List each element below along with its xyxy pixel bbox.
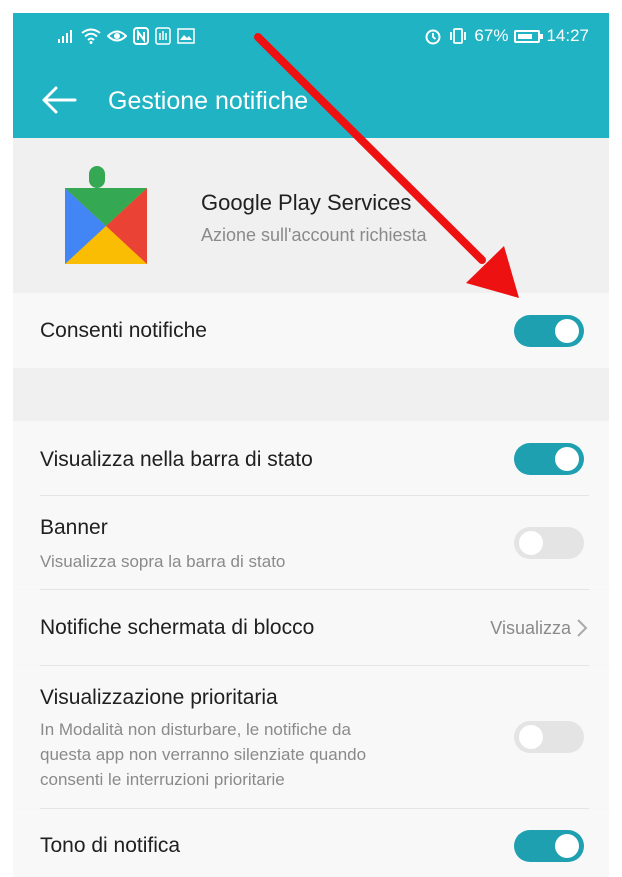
toggle-knob: [555, 834, 579, 858]
priority-display-label: Visualizzazione prioritaria: [40, 686, 278, 709]
back-arrow-icon[interactable]: [41, 85, 77, 115]
chevron-right-icon: [577, 619, 588, 637]
lock-screen-value: Visualizza: [490, 618, 571, 638]
priority-display-description: In Modalità non disturbare, le notifiche…: [40, 717, 366, 792]
app-name: Google Play Services: [201, 190, 412, 215]
phone-screen: 67% 14:27 Gestione notifiche Google Play…: [13, 13, 609, 877]
allow-notifications-toggle[interactable]: [514, 315, 584, 347]
nfc-icon: [133, 27, 149, 45]
app-subtitle: Azione sull'account richiesta: [201, 225, 427, 245]
vibrate-icon: [450, 28, 467, 44]
status-bar-display-toggle[interactable]: [514, 443, 584, 475]
priority-display-toggle[interactable]: [514, 721, 584, 753]
alarm-icon: [425, 29, 441, 45]
allow-notifications-label: Consenti notifiche: [40, 319, 207, 342]
gallery-icon: [177, 28, 195, 44]
banner-label: Banner: [40, 516, 108, 539]
section-spacer: [13, 368, 609, 421]
battery-icon: [514, 29, 544, 43]
banner-subtitle: Visualizza sopra la barra di stato: [40, 552, 286, 571]
priority-display-row[interactable]: Visualizzazione prioritaria In Modalità …: [13, 666, 609, 808]
notification-tone-toggle[interactable]: [514, 830, 584, 862]
app-info-header: Google Play Services Azione sull'account…: [13, 138, 609, 293]
page-title: Gestione notifiche: [108, 87, 309, 115]
signal-icon: [58, 30, 72, 43]
lock-screen-notifications-row[interactable]: Notifiche schermata di blocco Visualizza: [13, 590, 609, 665]
priority-description-line: In Modalità non disturbare, le notifiche…: [40, 720, 351, 739]
clock: 14:27: [546, 26, 589, 45]
toggle-knob: [555, 447, 579, 471]
lock-screen-notifications-label: Notifiche schermata di blocco: [40, 616, 315, 639]
priority-description-line: questa app non verranno silenziate quand…: [40, 745, 367, 764]
priority-description-line: consenti le interruzioni prioritarie: [40, 770, 285, 789]
status-bar-display-label: Visualizza nella barra di stato: [40, 448, 313, 471]
status-right: 67% 14:27: [424, 26, 589, 46]
banner-toggle[interactable]: [514, 527, 584, 559]
wifi-icon: [81, 28, 101, 44]
toggle-knob: [519, 725, 543, 749]
toggle-knob: [555, 319, 579, 343]
status-bar-display-row[interactable]: Visualizza nella barra di stato: [13, 421, 609, 496]
notification-tone-label: Tono di notifica: [40, 834, 181, 857]
hand-icon: [155, 27, 171, 45]
toggle-knob: [519, 531, 543, 555]
status-bar: 67% 14:27: [13, 13, 609, 63]
battery-percent: 67%: [474, 26, 509, 45]
notification-tone-row[interactable]: Tono di notifica: [13, 809, 609, 877]
app-bar: Gestione notifiche: [13, 63, 609, 138]
google-play-services-logo: [65, 166, 147, 264]
eye-icon: [107, 30, 127, 42]
allow-notifications-row[interactable]: Consenti notifiche: [13, 293, 609, 368]
banner-row[interactable]: Banner Visualizza sopra la barra di stat…: [13, 496, 609, 589]
status-left-icons: [57, 27, 195, 45]
